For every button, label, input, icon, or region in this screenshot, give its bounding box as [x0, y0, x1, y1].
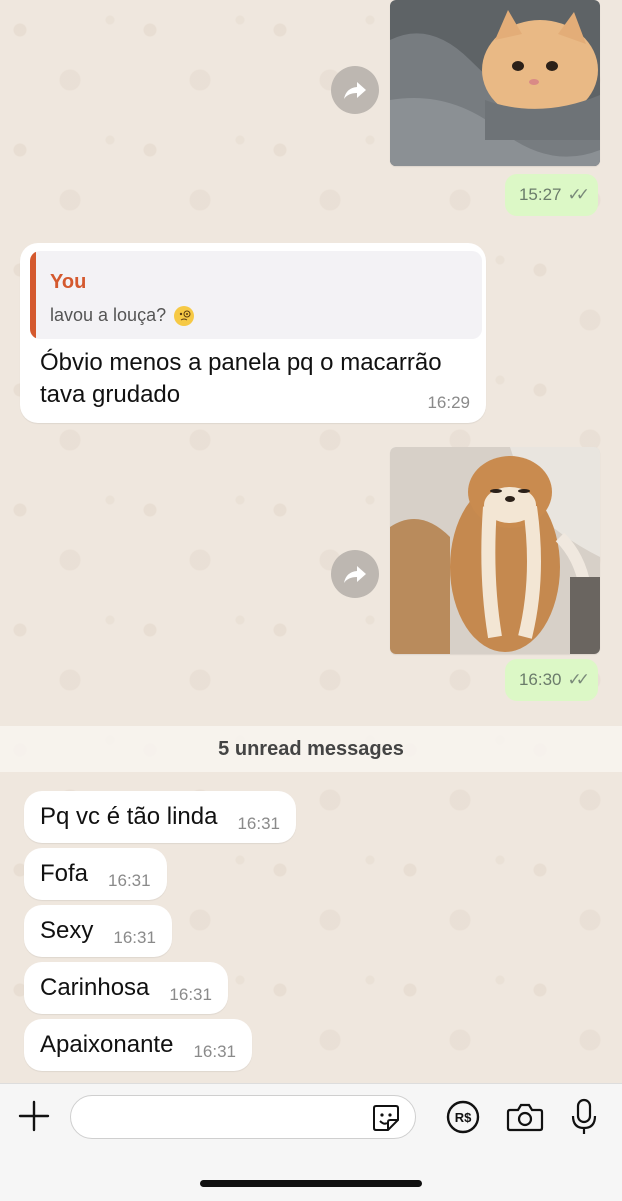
incoming-message[interactable]: Carinhosa 16:31	[24, 962, 228, 1014]
message-time: 16:31	[108, 871, 151, 890]
quoted-text-row: lavou a louça?	[50, 305, 195, 326]
sent-image-cat[interactable]	[390, 0, 600, 166]
sticker-icon[interactable]	[370, 1102, 402, 1134]
sent-image-dog[interactable]	[390, 447, 600, 654]
quoted-message[interactable]: You lavou a louça?	[30, 251, 482, 339]
face-with-monocle-icon	[174, 305, 195, 326]
forward-button[interactable]	[331, 550, 379, 598]
double-check-icon: ✓✓	[567, 670, 590, 689]
unread-label: 5 unread messages	[218, 737, 404, 760]
incoming-message[interactable]: Fofa 16:31	[24, 848, 167, 900]
sent-time-1: 15:27 ✓✓	[504, 174, 598, 216]
message-time: 16:31	[193, 1042, 236, 1061]
message-time: 16:31	[169, 985, 212, 1004]
message-text: Sexy	[40, 917, 94, 944]
message-time: 16:31	[113, 928, 156, 947]
double-check-icon: ✓✓	[567, 185, 590, 204]
message-text: Óbvio menos a panela pq o macarrão tava …	[40, 349, 442, 408]
message-time: 16:31	[237, 814, 280, 833]
incoming-reply-message[interactable]: You lavou a louça? Óbvio menos a panela …	[20, 243, 486, 423]
forward-button[interactable]	[331, 66, 379, 114]
dog-photo	[390, 447, 600, 654]
quoted-text: lavou a louça?	[50, 305, 167, 325]
payment-icon[interactable]: R$	[446, 1100, 480, 1134]
forward-icon	[344, 566, 366, 583]
unread-messages-divider: 5 unread messages	[0, 726, 622, 772]
quoted-author: You	[50, 271, 87, 293]
sent-time-2: 16:30 ✓✓	[504, 659, 598, 701]
message-text: Apaixonante	[40, 1031, 174, 1058]
svg-text:R$: R$	[455, 1110, 472, 1125]
message-input[interactable]	[70, 1095, 416, 1139]
camera-icon[interactable]	[506, 1100, 544, 1134]
message-text: Carinhosa	[40, 974, 150, 1001]
home-indicator	[200, 1180, 422, 1187]
quote-accent-bar	[30, 251, 36, 339]
time-label: 16:30	[518, 670, 562, 689]
incoming-message[interactable]: Pq vc é tão linda 16:31	[24, 791, 296, 843]
cat-photo	[390, 0, 600, 166]
time-label: 15:27	[518, 185, 562, 204]
message-text: Fofa	[40, 860, 89, 887]
incoming-message[interactable]: Sexy 16:31	[24, 905, 172, 957]
message-time: 16:29	[427, 393, 470, 412]
incoming-message[interactable]: Apaixonante 16:31	[24, 1019, 252, 1071]
message-text: Pq vc é tão linda	[40, 803, 218, 830]
plus-icon[interactable]	[16, 1098, 52, 1134]
microphone-icon[interactable]	[570, 1098, 598, 1136]
forward-icon	[344, 82, 366, 99]
